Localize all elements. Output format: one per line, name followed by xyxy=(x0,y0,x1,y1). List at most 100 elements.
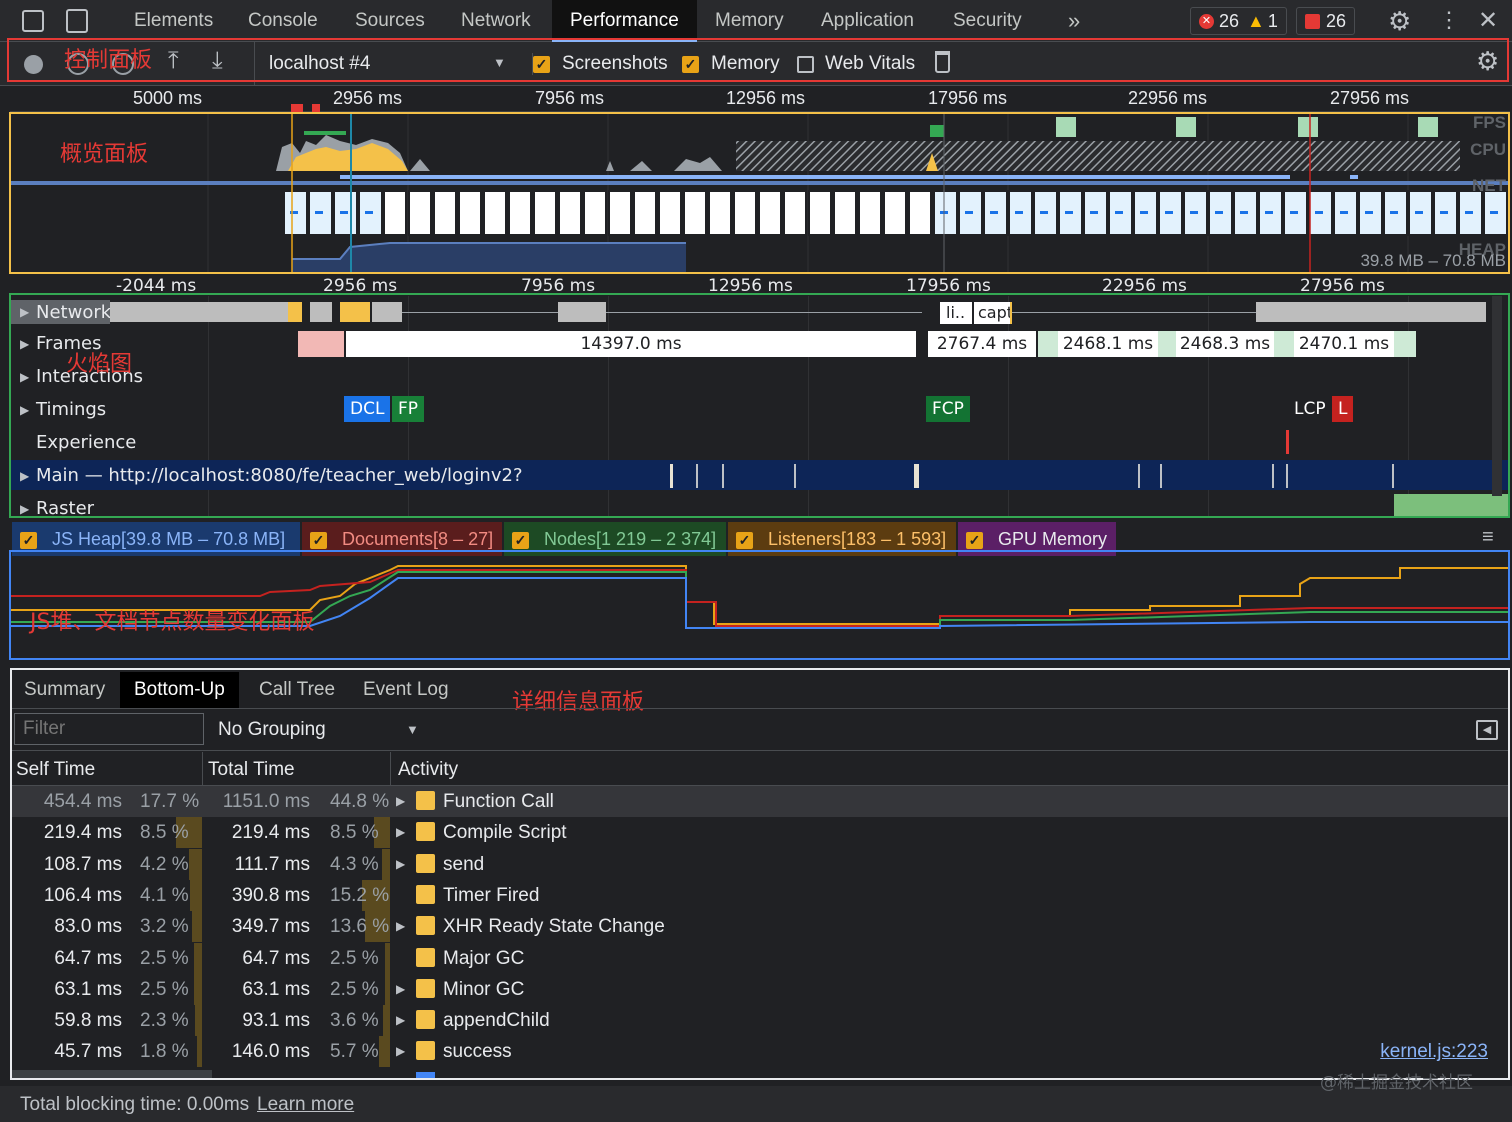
track-raster[interactable]: Raster xyxy=(36,498,94,519)
screenshot-thumbnail xyxy=(733,190,757,236)
screenshot-detail xyxy=(1490,211,1498,214)
expand-row-icon[interactable]: ▶ xyxy=(396,911,405,942)
source-link[interactable]: kernel.js:223 xyxy=(1380,1036,1488,1067)
column-self-time[interactable]: Self Time xyxy=(16,759,95,781)
expand-row-icon[interactable]: ▶ xyxy=(396,786,405,817)
profile-select[interactable]: localhost #4 ▼ xyxy=(254,42,514,86)
lcp-marker[interactable]: LCP xyxy=(1288,396,1332,422)
dcl-marker[interactable]: DCL xyxy=(344,396,391,422)
screenshot-detail xyxy=(1265,211,1273,214)
frame-block[interactable]: 2767.4 ms xyxy=(928,331,1036,357)
legend-js-heap[interactable]: ✓ JS Heap[39.8 MB – 70.8 MB] xyxy=(12,522,300,556)
table-row[interactable]: 64.7 ms 2.5 % 64.7 ms 2.5 % Major GC xyxy=(12,942,1508,974)
tab-security[interactable]: Security xyxy=(953,0,1022,42)
expand-row-icon[interactable]: ▶ xyxy=(396,849,405,880)
frame-block[interactable]: 2470.1 ms xyxy=(1294,331,1394,357)
web-vitals-checkbox[interactable]: Web Vitals xyxy=(797,53,915,75)
close-devtools-icon[interactable]: ✕ xyxy=(1478,6,1498,35)
download-profile-icon[interactable]: ⤓ xyxy=(212,47,223,75)
learn-more-link[interactable]: Learn more xyxy=(257,1094,354,1116)
column-total-time[interactable]: Total Time xyxy=(208,759,295,781)
table-row[interactable]: 59.8 ms 2.3 % 93.1 ms 3.6 % ▶ appendChild xyxy=(12,1005,1508,1037)
self-time-bar xyxy=(194,973,202,1005)
settings-gear-icon[interactable]: ⚙ xyxy=(1388,6,1411,37)
track-main[interactable]: Main — http://localhost:8080/fe/teacher_… xyxy=(36,465,523,486)
expand-row-icon[interactable]: ▶ xyxy=(396,1005,405,1036)
track-network[interactable]: Network xyxy=(36,302,111,323)
profile-select-value: localhost #4 xyxy=(269,53,371,74)
table-row[interactable]: 83.0 ms 3.2 % 349.7 ms 13.6 % ▶ XHR Ready Sta… xyxy=(12,911,1508,943)
fps-bar xyxy=(1418,117,1438,137)
legend-documents[interactable]: ✓ Documents[8 – 27] xyxy=(302,522,502,556)
screenshot-thumbnail xyxy=(533,190,557,236)
table-row[interactable]: 454.4 ms 17.7 % 1151.0 ms 44.8 % ▶ Function C… xyxy=(12,786,1508,817)
chevron-down-icon: ▼ xyxy=(493,55,506,70)
self-time: 64.7 ms xyxy=(54,947,122,969)
legend-listeners[interactable]: ✓ Listeners[183 – 1 593] xyxy=(728,522,956,556)
inspect-element-icon[interactable] xyxy=(22,10,44,32)
console-badges[interactable]: ✕ 26 ▲ 1 xyxy=(1190,7,1287,35)
more-tabs-icon[interactable]: » xyxy=(1068,0,1080,42)
network-request[interactable]: capt xyxy=(974,302,1012,324)
column-activity[interactable]: Activity xyxy=(398,759,458,781)
frame-block[interactable]: 14397.0 ms xyxy=(346,331,916,357)
trash-icon[interactable] xyxy=(935,51,950,73)
frame-block[interactable]: 2468.3 ms xyxy=(1176,331,1274,357)
expand-row-icon[interactable]: ▶ xyxy=(396,817,405,848)
tab-console[interactable]: Console xyxy=(248,0,318,42)
legend-gpu-memory[interactable]: ✓ GPU Memory xyxy=(958,522,1116,556)
table-row[interactable]: 63.1 ms 2.5 % 63.1 ms 2.5 % ▶ Minor GC xyxy=(12,973,1508,1005)
self-time-percent: 2.5 % xyxy=(140,978,189,1000)
track-experience[interactable]: Experience xyxy=(36,432,136,453)
total-time: 93.1 ms xyxy=(242,1010,310,1032)
self-time-bar xyxy=(192,911,202,943)
network-request[interactable]: li.. xyxy=(940,302,972,324)
upload-profile-icon[interactable]: ⤒ xyxy=(168,47,179,75)
load-marker[interactable]: L xyxy=(1332,396,1354,422)
expand-network-icon[interactable]: ▶ xyxy=(20,305,29,319)
issues-badge[interactable]: 26 xyxy=(1296,7,1356,35)
screenshots-checkbox[interactable]: ✓ Screenshots xyxy=(532,53,668,75)
filter-input[interactable] xyxy=(14,713,204,745)
screenshot-thumbnail xyxy=(458,190,482,236)
tab-summary[interactable]: Summary xyxy=(10,672,119,708)
expand-main-icon[interactable]: ▶ xyxy=(20,469,29,483)
table-row[interactable]: 219.4 ms 8.5 % 219.4 ms 8.5 % ▶ Compile Scrip… xyxy=(12,817,1508,849)
table-row[interactable]: 106.4 ms 4.1 % 390.8 ms 15.2 % Timer Fired xyxy=(12,879,1508,911)
tab-application[interactable]: Application xyxy=(821,0,914,42)
total-time: 63.1 ms xyxy=(242,978,310,1000)
device-toolbar-icon[interactable] xyxy=(66,9,88,33)
fcp-marker[interactable]: FCP xyxy=(926,396,970,422)
overview-panel[interactable]: FPS CPU NET HEAP 39.8 MB – 70.8 MB xyxy=(10,113,1510,273)
tab-performance[interactable]: Performance xyxy=(552,0,697,42)
tab-sources[interactable]: Sources xyxy=(355,0,425,42)
flame-scrollbar[interactable] xyxy=(1492,296,1502,496)
legend-nodes[interactable]: ✓ Nodes[1 219 – 2 374] xyxy=(504,522,726,556)
capture-settings-gear-icon[interactable]: ⚙ xyxy=(1476,46,1499,77)
tab-elements[interactable]: Elements xyxy=(134,0,213,42)
record-icon[interactable] xyxy=(24,55,43,74)
expand-frames-icon[interactable]: ▶ xyxy=(20,337,29,351)
screenshot-detail xyxy=(315,211,323,214)
grouping-select[interactable]: No Grouping ▼ xyxy=(218,713,428,745)
expand-interactions-icon[interactable]: ▶ xyxy=(20,370,29,384)
frame-block[interactable]: 2468.1 ms xyxy=(1058,331,1158,357)
tab-memory[interactable]: Memory xyxy=(715,0,784,42)
tab-network[interactable]: Network xyxy=(461,0,531,42)
fp-marker[interactable]: FP xyxy=(392,396,425,422)
hamburger-menu-icon[interactable]: ≡ xyxy=(1482,526,1494,549)
expand-raster-icon[interactable]: ▶ xyxy=(20,502,29,516)
toggle-sidebar-icon[interactable]: ◀ xyxy=(1476,720,1498,740)
more-options-icon[interactable]: ⋮ xyxy=(1438,7,1460,33)
table-row[interactable]: 108.7 ms 4.2 % 111.7 ms 4.3 % ▶ send xyxy=(12,848,1508,880)
track-timings[interactable]: Timings xyxy=(36,399,106,420)
memory-checkbox[interactable]: ✓ Memory xyxy=(682,53,780,75)
tab-event-log[interactable]: Event Log xyxy=(349,672,463,708)
tab-call-tree[interactable]: Call Tree xyxy=(245,672,349,708)
expand-row-icon[interactable]: ▶ xyxy=(396,1036,405,1067)
flame-chart[interactable]: ▶ Network li.. capt ▶ Frames 14397.0 ms … xyxy=(10,296,1510,519)
expand-timings-icon[interactable]: ▶ xyxy=(20,403,29,417)
table-row[interactable]: 45.7 ms 1.8 % 146.0 ms 5.7 % ▶ success kernel.… xyxy=(12,1036,1508,1068)
expand-row-icon[interactable]: ▶ xyxy=(396,974,405,1005)
tab-bottom-up[interactable]: Bottom-Up xyxy=(120,672,239,708)
